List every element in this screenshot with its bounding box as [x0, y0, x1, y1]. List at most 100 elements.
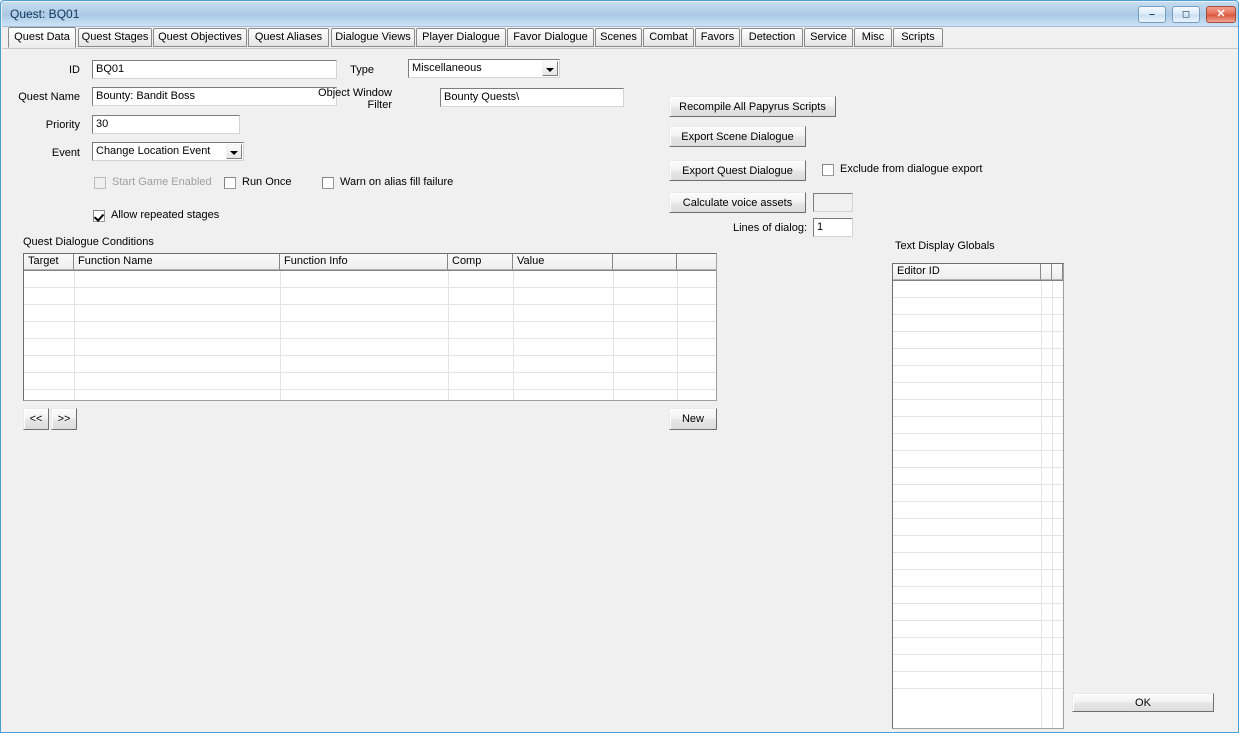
tab-favor-dialogue[interactable]: Favor Dialogue [507, 28, 594, 47]
text-display-globals-row[interactable] [893, 451, 1063, 468]
lines-of-dialog-input[interactable]: 1 [813, 218, 853, 237]
text-display-globals-row[interactable] [893, 349, 1063, 366]
text-display-globals-row[interactable] [893, 519, 1063, 536]
priority-input[interactable]: 30 [92, 115, 240, 134]
id-label: ID [69, 64, 80, 76]
chevron-down-icon[interactable] [542, 61, 558, 76]
conditions-column-header[interactable]: Comp [448, 254, 513, 270]
ok-button[interactable]: OK [1072, 693, 1214, 712]
event-select-value: Change Location Event [96, 145, 211, 157]
tab-quest-data[interactable]: Quest Data [8, 27, 76, 48]
text-display-globals-row[interactable] [893, 400, 1063, 417]
tab-dialogue-views[interactable]: Dialogue Views [331, 28, 415, 47]
text-display-globals-column-divider [1052, 281, 1053, 728]
text-display-globals-row[interactable] [893, 553, 1063, 570]
conditions-column-divider [74, 271, 75, 400]
text-display-globals-row[interactable] [893, 621, 1063, 638]
text-display-globals-row[interactable] [893, 655, 1063, 672]
text-display-globals-body[interactable] [893, 281, 1063, 728]
text-display-globals-column-header[interactable] [1041, 264, 1052, 280]
next-condition-button[interactable]: >> [51, 408, 77, 430]
text-display-globals-row[interactable] [893, 298, 1063, 315]
text-display-globals-grid[interactable]: Editor ID [892, 263, 1064, 729]
calculate-voice-assets-button[interactable]: Calculate voice assets [669, 192, 806, 213]
text-display-globals-row[interactable] [893, 536, 1063, 553]
quest-dialogue-conditions-caption: Quest Dialogue Conditions [23, 236, 154, 248]
maximize-icon: ◻ [1181, 9, 1191, 20]
text-display-globals-row[interactable] [893, 672, 1063, 689]
prev-condition-button[interactable]: << [23, 408, 49, 430]
text-display-globals-row[interactable] [893, 468, 1063, 485]
recompile-all-papyrus-scripts-button[interactable]: Recompile All Papyrus Scripts [669, 96, 836, 117]
event-select[interactable]: Change Location Event [92, 142, 244, 161]
conditions-column-divider [280, 271, 281, 400]
id-input[interactable]: BQ01 [92, 60, 337, 79]
maximize-button[interactable]: ◻ [1172, 6, 1200, 23]
title-bar: Quest: BQ01 ⎯ ◻ ✕ [2, 2, 1238, 27]
conditions-column-header[interactable]: Value [513, 254, 613, 270]
conditions-grid-body[interactable] [24, 271, 716, 400]
type-label: Type [350, 64, 374, 76]
conditions-column-divider [513, 271, 514, 400]
text-display-globals-row[interactable] [893, 502, 1063, 519]
text-display-globals-row[interactable] [893, 281, 1063, 298]
tab-misc[interactable]: Misc [854, 28, 892, 47]
text-display-globals-row[interactable] [893, 587, 1063, 604]
tab-quest-aliases[interactable]: Quest Aliases [248, 28, 329, 47]
warn-on-alias-fill-failure-label: Warn on alias fill failure [340, 176, 454, 188]
lines-of-dialog-label: Lines of dialog: [733, 222, 807, 234]
text-display-globals-row[interactable] [893, 417, 1063, 434]
text-display-globals-row[interactable] [893, 383, 1063, 400]
exclude-from-dialogue-export-label: Exclude from dialogue export [840, 163, 983, 175]
chevron-down-icon[interactable] [226, 144, 242, 159]
text-display-globals-row[interactable] [893, 434, 1063, 451]
text-display-globals-row[interactable] [893, 604, 1063, 621]
tab-strip: Quest Data Quest Stages Quest Objectives Qu… [2, 27, 1238, 48]
text-display-globals-row[interactable] [893, 366, 1063, 383]
quest-dialogue-conditions-grid[interactable]: Target Function Name Function Info Comp Valu… [23, 253, 717, 401]
text-display-globals-row[interactable] [893, 485, 1063, 502]
text-display-globals-header: Editor ID [893, 264, 1063, 281]
tab-quest-stages[interactable]: Quest Stages [78, 28, 152, 47]
object-window-filter-input[interactable]: Bounty Quests\ [440, 88, 624, 107]
text-display-globals-column-header[interactable] [1052, 264, 1063, 280]
tab-scenes[interactable]: Scenes [595, 28, 642, 47]
conditions-column-header[interactable] [677, 254, 716, 270]
quest-name-input[interactable]: Bounty: Bandit Boss [92, 87, 337, 106]
text-display-globals-row[interactable] [893, 638, 1063, 655]
tab-service[interactable]: Service [804, 28, 853, 47]
conditions-column-header[interactable] [613, 254, 677, 270]
conditions-column-divider [677, 271, 678, 400]
close-icon: ✕ [1216, 8, 1226, 20]
tab-scripts[interactable]: Scripts [893, 28, 943, 47]
type-select[interactable]: Miscellaneous [408, 59, 560, 78]
checkbox-box [93, 210, 105, 222]
allow-repeated-stages-label: Allow repeated stages [111, 209, 220, 221]
voice-assets-value-field[interactable] [813, 193, 853, 212]
checkbox-box [224, 177, 236, 189]
new-condition-button[interactable]: New [669, 408, 717, 430]
text-display-globals-row[interactable] [893, 315, 1063, 332]
checkbox-box [322, 177, 334, 189]
conditions-column-header[interactable]: Function Name [74, 254, 280, 270]
tab-favors[interactable]: Favors [695, 28, 740, 47]
tab-detection[interactable]: Detection [741, 28, 803, 47]
priority-label: Priority [45, 119, 80, 131]
tab-quest-objectives[interactable]: Quest Objectives [153, 28, 247, 47]
checkbox-box [94, 177, 106, 189]
conditions-column-header[interactable]: Function Info [280, 254, 448, 270]
text-display-globals-column-header[interactable]: Editor ID [893, 264, 1041, 280]
minimize-button[interactable]: ⎯ [1138, 6, 1166, 23]
tab-player-dialogue[interactable]: Player Dialogue [416, 28, 506, 47]
tab-combat[interactable]: Combat [643, 28, 694, 47]
quest-name-label: Quest Name [18, 91, 80, 103]
conditions-column-header[interactable]: Target [24, 254, 74, 270]
text-display-globals-row[interactable] [893, 570, 1063, 587]
minimize-icon: ⎯ [1149, 9, 1155, 20]
object-window-filter-label-line1: Object Window [318, 87, 392, 99]
export-scene-dialogue-button[interactable]: Export Scene Dialogue [669, 126, 806, 147]
close-button[interactable]: ✕ [1206, 6, 1236, 23]
window-title: Quest: BQ01 [10, 7, 80, 21]
export-quest-dialogue-button[interactable]: Export Quest Dialogue [669, 160, 806, 181]
text-display-globals-row[interactable] [893, 332, 1063, 349]
